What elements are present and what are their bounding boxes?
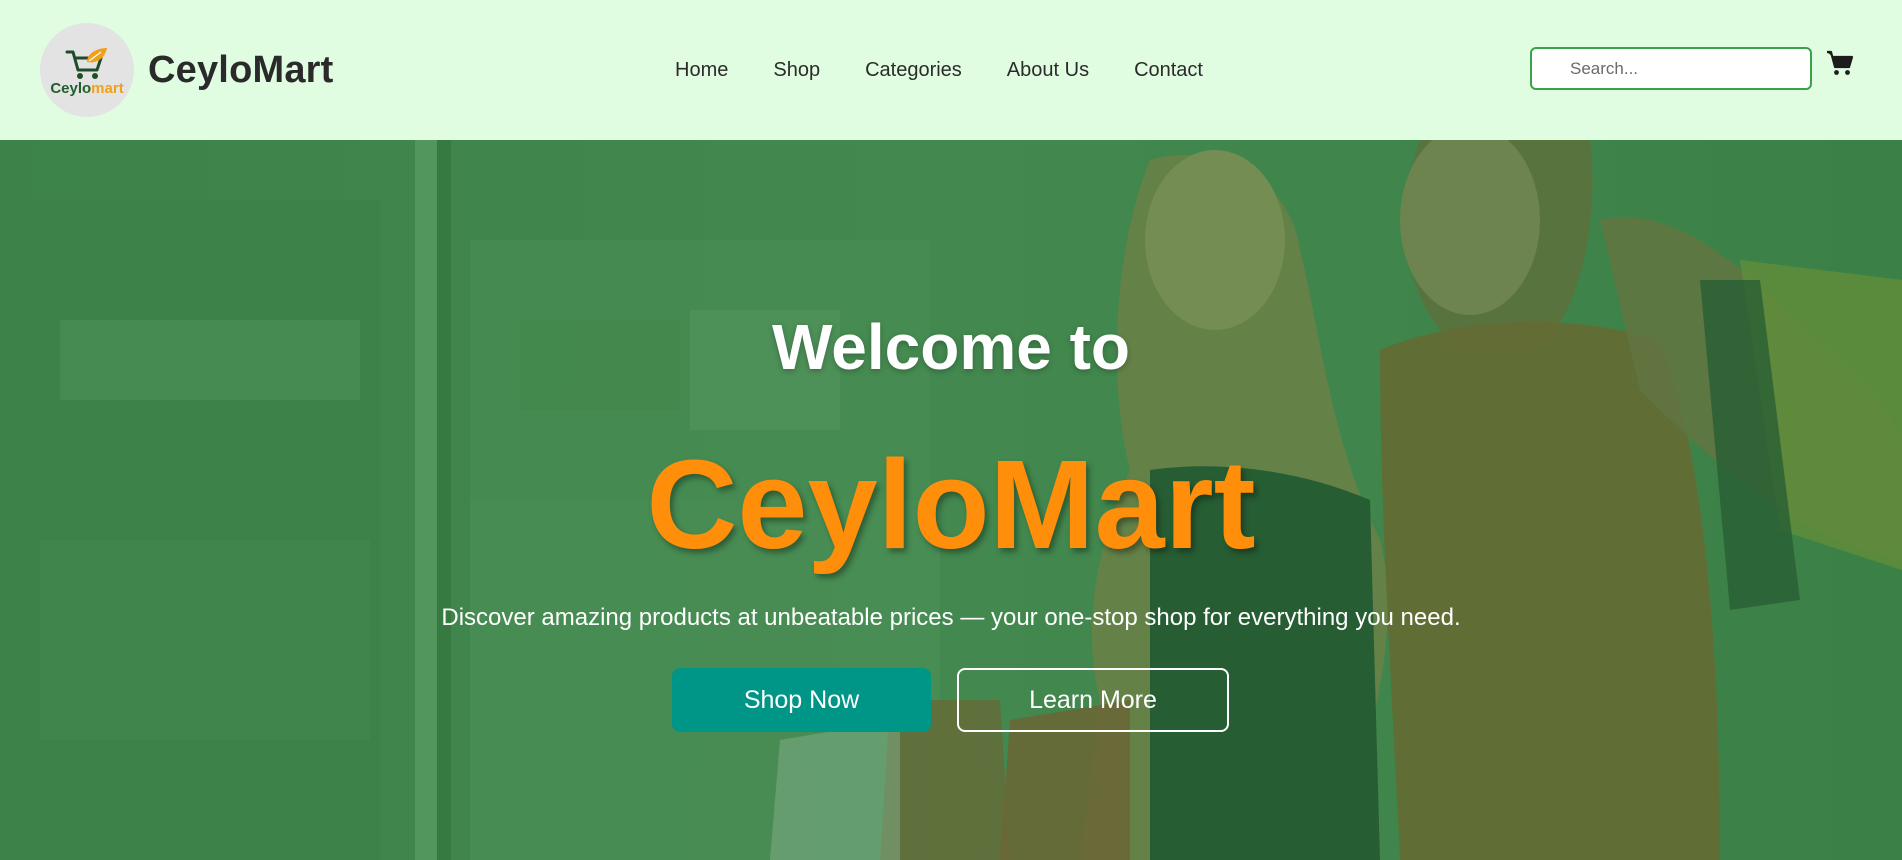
nav-item-home[interactable]: Home <box>675 59 728 82</box>
shop-now-button[interactable]: Shop Now <box>672 668 931 732</box>
logo[interactable]: Ceylomart <box>40 23 134 117</box>
search-input[interactable] <box>1530 47 1812 90</box>
nav-item-categories[interactable]: Categories <box>865 59 962 82</box>
main-nav: Home Shop Categories About Us Contact <box>675 0 1203 140</box>
nav-item-contact[interactable]: Contact <box>1134 59 1203 82</box>
hero-section: Welcome to CeyloMart Discover amazing pr… <box>0 140 1902 860</box>
shopping-cart-icon[interactable] <box>1826 50 1854 76</box>
hero-tagline: Discover amazing products at unbeatable … <box>441 604 1461 631</box>
learn-more-button[interactable]: Learn More <box>957 668 1229 732</box>
logo-wordmark: Ceylomart <box>50 79 124 97</box>
brand-name[interactable]: CeyloMart <box>148 49 334 92</box>
hero-content: Welcome to CeyloMart Discover amazing pr… <box>0 140 1902 860</box>
nav-item-shop[interactable]: Shop <box>773 59 820 82</box>
hero-brand-title: CeyloMart <box>646 434 1256 575</box>
hero-welcome-heading: Welcome to <box>772 311 1130 383</box>
site-header: Ceylomart CeyloMart Home Shop Categories… <box>0 0 1902 140</box>
shopping-cart-leaf-icon <box>65 47 107 79</box>
nav-item-about-us[interactable]: About Us <box>1007 59 1089 82</box>
